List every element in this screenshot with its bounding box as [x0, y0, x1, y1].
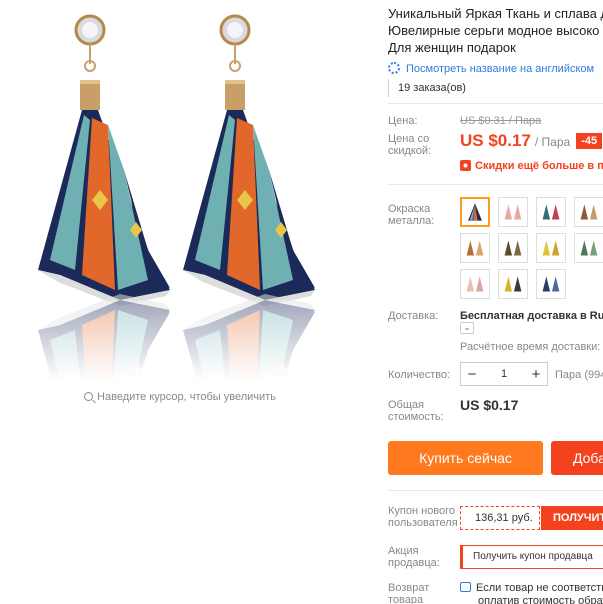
translate-link[interactable]: Посмотреть название на английском — [388, 62, 594, 75]
swatch-brown[interactable] — [460, 233, 490, 263]
new-price: US $0.17 — [460, 131, 531, 150]
return-line: Если товар не соответств — [476, 582, 603, 594]
new-user-coupon-label: Купон нового пользователя — [388, 505, 458, 529]
swatch-yellow-dark[interactable] — [498, 269, 528, 299]
translate-icon — [388, 62, 400, 74]
product-gallery: Наведите курсор, чтобы увеличить — [0, 0, 375, 604]
promo-link[interactable]: Скидки ещё больше в при — [460, 160, 603, 172]
chevron-down-icon[interactable]: ⌄ — [460, 322, 474, 334]
divider — [388, 103, 603, 104]
product-title: Уникальный Яркая Ткань и сплава д Ювелир… — [388, 5, 603, 56]
new-user-coupon-value: 136,31 руб. — [460, 506, 540, 530]
return-line: оплатив стоимость обрат — [478, 595, 603, 604]
zoom-hint-text: Наведите курсор, чтобы увеличить — [97, 391, 276, 403]
title-line: Для женщин подарок — [388, 40, 516, 55]
increase-button[interactable]: + — [525, 366, 547, 383]
divider — [388, 490, 603, 491]
return-icon — [460, 582, 471, 592]
promo-text: Скидки ещё больше в при — [475, 160, 603, 172]
swatch-dark-olive[interactable] — [498, 233, 528, 263]
total-label: Общая стоимость: — [388, 399, 444, 423]
discount-price-label: Цена со скидкой: — [388, 133, 432, 157]
seller-coupon-button[interactable]: Получить купон продавца — [460, 545, 603, 569]
get-coupon-button[interactable]: ПОЛУЧИТ — [541, 506, 603, 530]
swatch-teal-orange[interactable] — [460, 197, 490, 227]
swatch-pink[interactable] — [498, 197, 528, 227]
zoom-hint: Наведите курсор, чтобы увеличить — [0, 391, 360, 403]
decrease-button[interactable]: − — [461, 366, 483, 383]
quantity-stepper: − 1 + — [460, 362, 548, 386]
product-image[interactable] — [30, 0, 360, 380]
old-price: US $0.31 / Пара — [460, 115, 542, 127]
swatch-yellow[interactable] — [536, 233, 566, 263]
shipping-label: Доставка: — [388, 310, 439, 322]
magnifier-icon — [84, 392, 94, 401]
shipping-method[interactable]: Бесплатная доставка в Rus — [460, 310, 603, 322]
swatch-pink-light[interactable] — [460, 269, 490, 299]
coupon-icon — [460, 160, 471, 171]
per-unit: / Пара — [534, 135, 571, 149]
swatch-green-stripe[interactable] — [574, 233, 603, 263]
divider — [388, 184, 603, 185]
translate-link-text: Посмотреть название на английском — [406, 63, 595, 75]
add-to-cart-button[interactable]: Доба — [551, 441, 603, 475]
price-label: Цена: — [388, 115, 418, 127]
quantity-label: Количество: — [388, 369, 451, 381]
product-details: Уникальный Яркая Ткань и сплава д Ювелир… — [373, 0, 603, 604]
color-label: Окраска металла: — [388, 203, 435, 227]
return-policy: Если товар не соответств оплатив стоимос… — [460, 582, 603, 604]
title-line: Ювелирные серьги модное высоко — [388, 23, 600, 38]
buy-now-button[interactable]: Купить сейчас — [388, 441, 543, 475]
seller-promo-label: Акция продавца: — [388, 545, 440, 569]
swatch-beige[interactable] — [574, 197, 603, 227]
discount-badge: -45 — [576, 133, 603, 149]
return-label: Возврат товара — [388, 582, 430, 604]
total-value: US $0.17 — [460, 397, 519, 413]
quantity-available: Пара (994 — [555, 369, 603, 381]
discount-price-row: US $0.17/ Пара -45 — [460, 131, 603, 151]
title-line: Уникальный Яркая Ткань и сплава д — [388, 6, 603, 21]
swatch-navy[interactable] — [536, 269, 566, 299]
swatch-multi[interactable] — [536, 197, 566, 227]
orders-count: 19 заказа(ов) — [388, 79, 466, 97]
delivery-eta: Расчётное время доставки: 3 — [460, 341, 603, 353]
quantity-input[interactable]: 1 — [483, 368, 525, 380]
